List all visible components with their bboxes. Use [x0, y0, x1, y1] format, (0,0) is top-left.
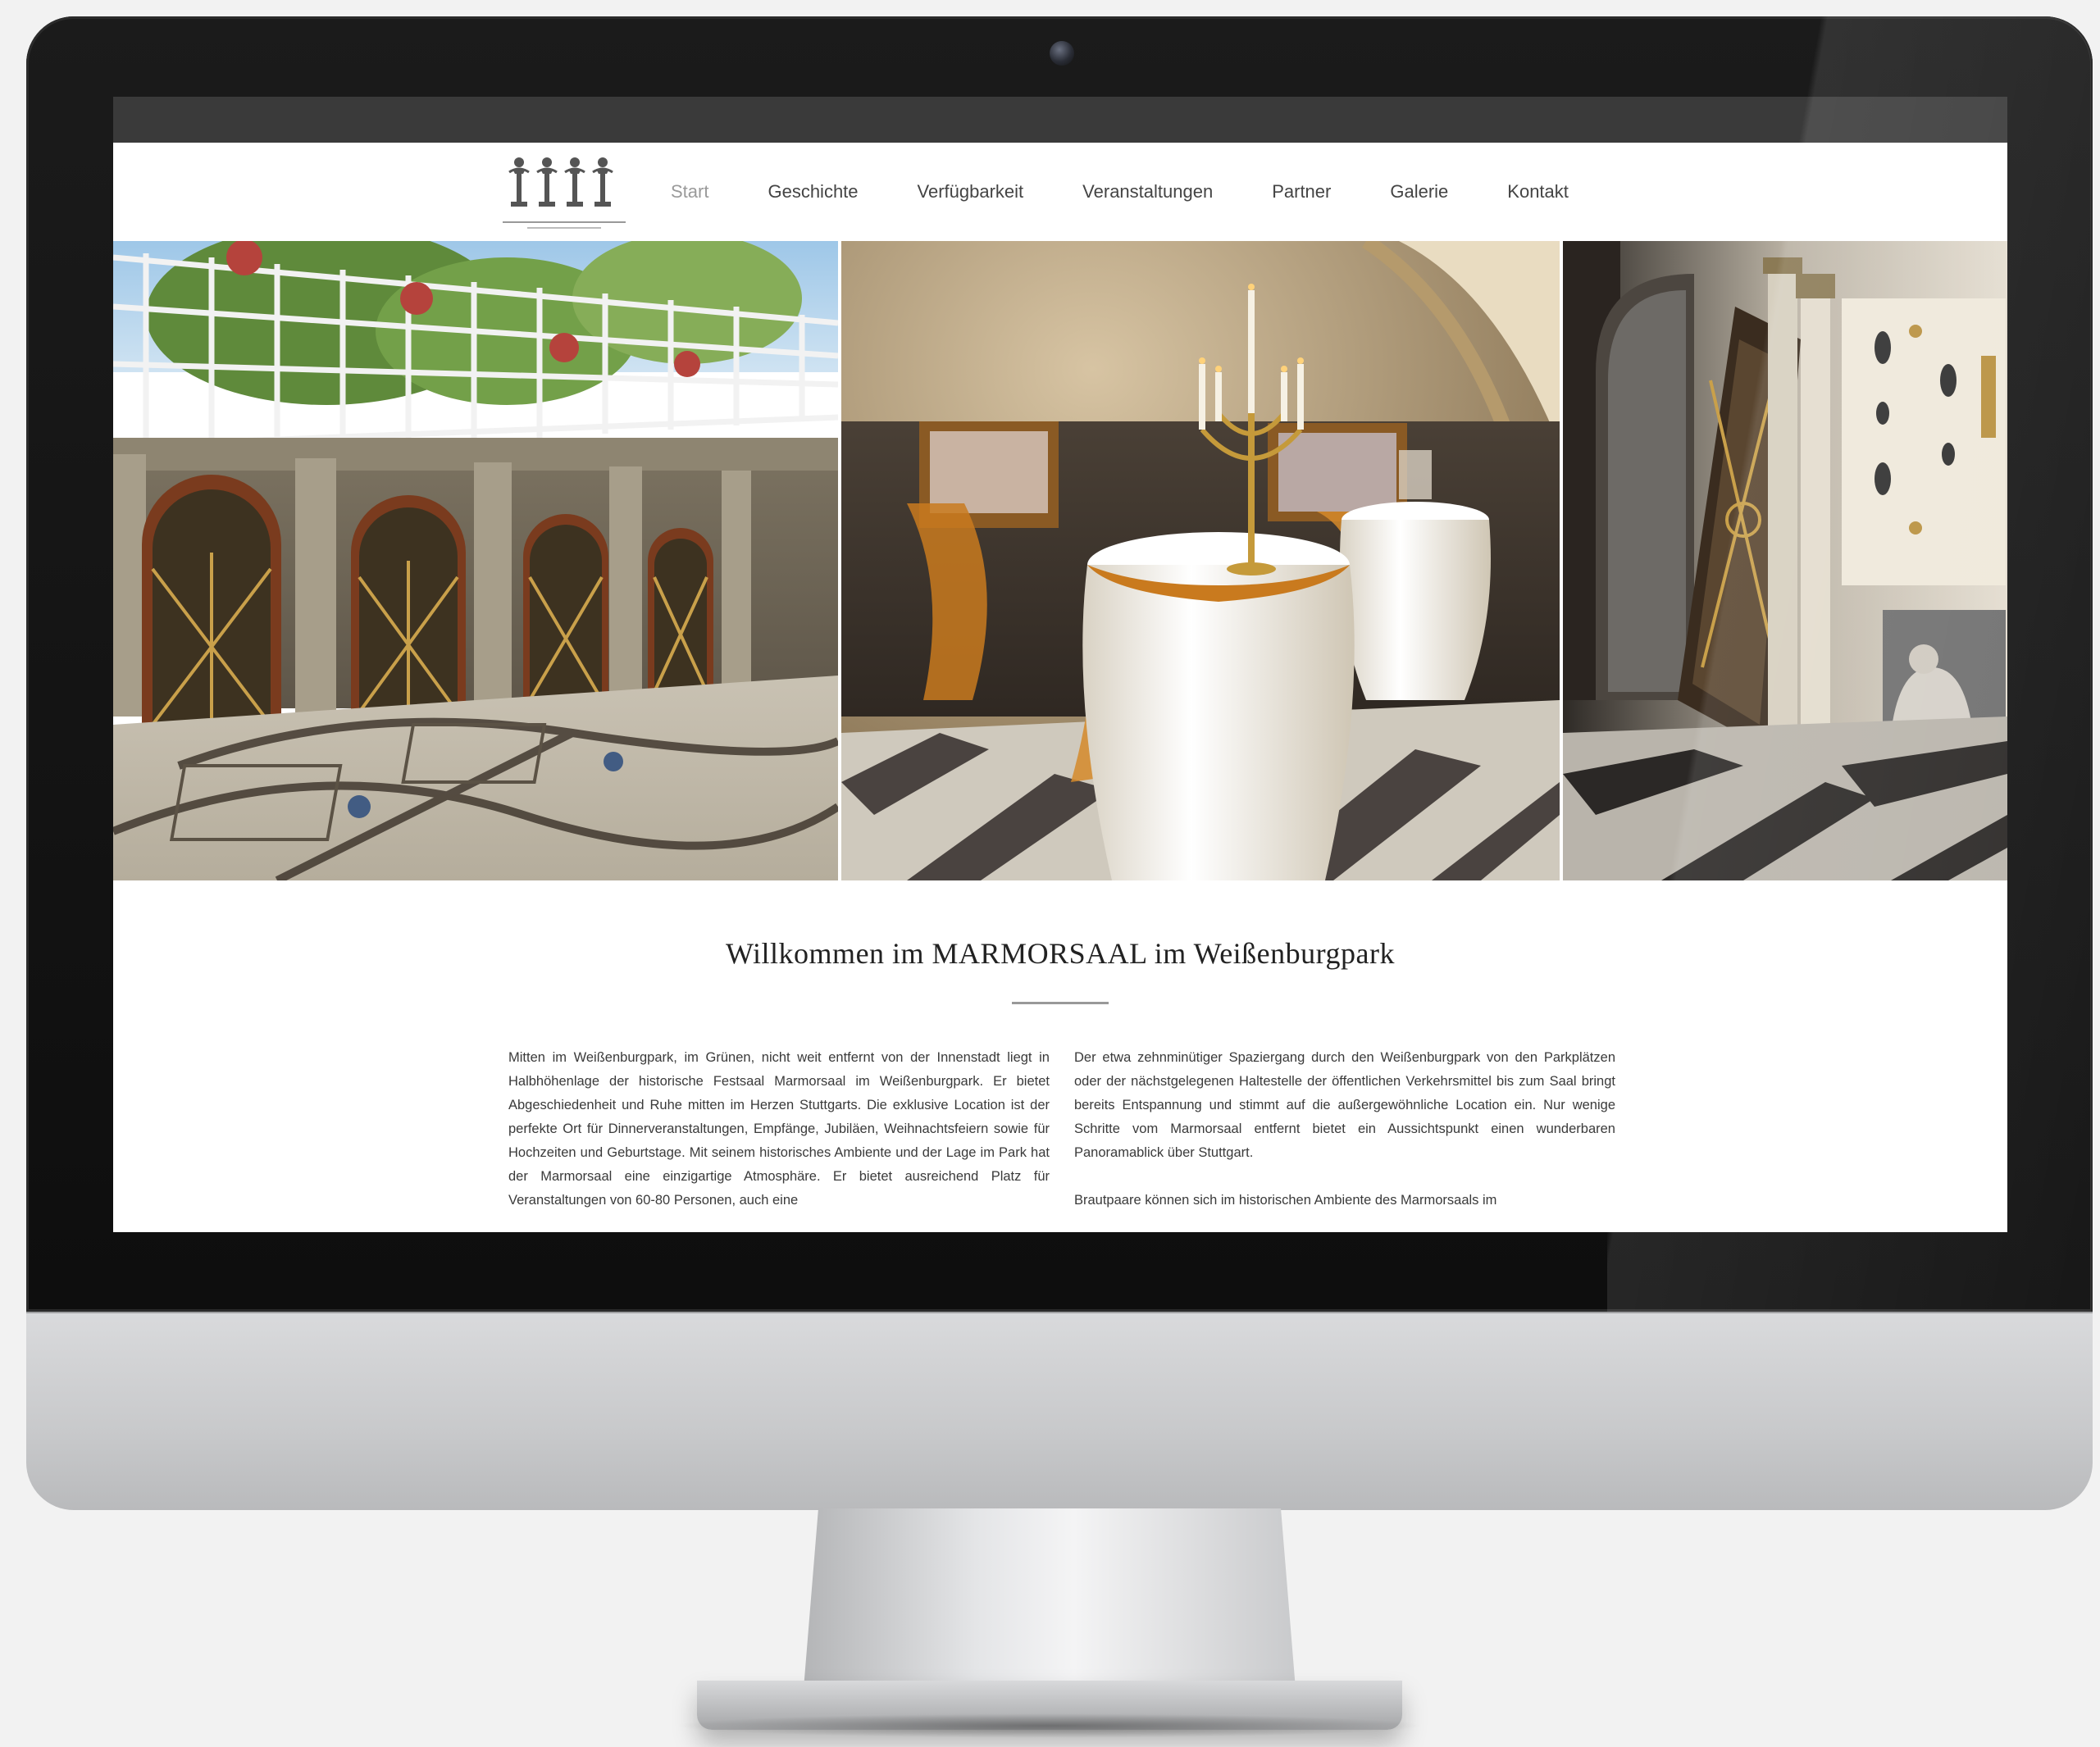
couples-paragraph: Brautpaare können sich im historischen A…	[1074, 1193, 1497, 1208]
nav-start[interactable]: Start	[671, 181, 708, 202]
exterior-terrace-photo[interactable]	[113, 241, 838, 880]
logo-figures-icon[interactable]	[503, 154, 626, 233]
browser-top-bar	[113, 97, 2007, 143]
nav-verfuegbarkeit[interactable]: Verfügbarkeit	[918, 181, 1024, 202]
webcam-icon	[1050, 41, 1074, 66]
monitor-screen: Start Geschichte Verfügbarkeit Veranstal…	[113, 97, 2007, 1232]
walk-paragraph: Der etwa zehnminütiger Spaziergang durch…	[1074, 1050, 1615, 1160]
heading-divider	[1012, 1002, 1109, 1004]
intro-text-right: Der etwa zehnminütiger Spaziergang durch…	[1074, 1046, 1615, 1232]
stand-shadow	[672, 1713, 1427, 1738]
marble-hall-doorway-photo[interactable]	[1563, 241, 2007, 880]
nav-veranstaltungen[interactable]: Veranstaltungen	[1082, 181, 1213, 202]
hero-gallery	[113, 241, 2007, 880]
website-page: Start Geschichte Verfügbarkeit Veranstal…	[113, 143, 2007, 1232]
monitor-stand	[804, 1508, 1296, 1689]
intro-text-left: Mitten im Weißenburgpark, im Grünen, nic…	[508, 1046, 1050, 1232]
nav-geschichte[interactable]: Geschichte	[768, 181, 858, 202]
monitor-chin	[26, 1312, 2093, 1510]
nav-galerie[interactable]: Galerie	[1390, 181, 1448, 202]
nav-kontakt[interactable]: Kontakt	[1507, 181, 1569, 202]
main-navigation: Start Geschichte Verfügbarkeit Veranstal…	[671, 143, 1628, 241]
intro-paragraph: Mitten im Weißenburgpark, im Grünen, nic…	[508, 1050, 1050, 1208]
candelabra-tables-photo[interactable]	[841, 241, 1560, 880]
welcome-section: Willkommen im MARMORSAAL im Weißenburgpa…	[113, 880, 2007, 1232]
site-header: Start Geschichte Verfügbarkeit Veranstal…	[113, 143, 2007, 241]
nav-partner[interactable]: Partner	[1272, 181, 1331, 202]
welcome-heading: Willkommen im MARMORSAAL im Weißenburgpa…	[726, 937, 1395, 970]
